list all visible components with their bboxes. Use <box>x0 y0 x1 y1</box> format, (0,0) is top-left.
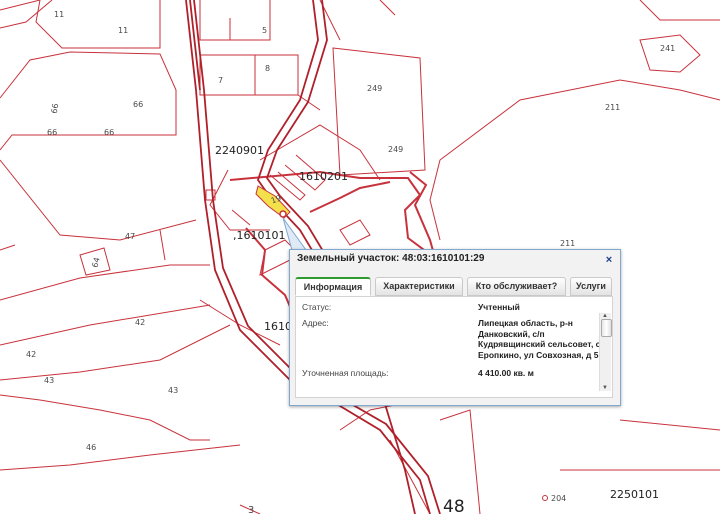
parcel-label: 8 <box>265 64 271 73</box>
quarter-label: 2250101 <box>610 488 659 501</box>
map-viewport[interactable]: 11 11 5 7 8 66 66 66 66 249 249 241 211 … <box>0 0 720 514</box>
scroll-down-icon[interactable]: ▼ <box>602 385 608 391</box>
tab-information[interactable]: Информация <box>295 277 371 296</box>
parcel-label: 204 <box>551 494 567 503</box>
location-marker-icon[interactable] <box>279 210 287 218</box>
parcel-label: 249 <box>388 145 404 154</box>
parcel-label: 211 <box>560 239 576 248</box>
status-value: Учтенный <box>478 302 520 312</box>
parcel-label: 66 <box>133 100 144 109</box>
popup-title: Земельный участок: 48:03:1610101:29 <box>297 253 485 264</box>
status-label: Статус: <box>302 302 332 312</box>
parcel-label: 46 <box>86 443 97 452</box>
parcel-label: 66 <box>47 128 58 137</box>
district-label: 48 <box>443 497 465 514</box>
popup-body: Статус: Учтенный Адрес: Липецкая область… <box>295 296 613 398</box>
quarter-label: 1610201 <box>299 170 348 183</box>
scrollbar-thumb[interactable] <box>601 319 612 337</box>
tab-services[interactable]: Услуги <box>570 277 612 296</box>
parcel-label: 241 <box>660 44 676 53</box>
parcel-label: 42 <box>135 318 146 327</box>
parcel-label: 66 <box>104 128 115 137</box>
parcel-label: 11 <box>118 26 129 35</box>
parcel-info-popup: Земельный участок: 48:03:1610101:29 × Ин… <box>289 249 621 406</box>
quarter-label: ,1610101 <box>233 229 286 242</box>
area-value: 4 410.00 кв. м <box>478 368 534 378</box>
parcel-label: 43 <box>44 376 55 385</box>
address-label: Адрес: <box>302 318 329 328</box>
address-value: Липецкая область, р-н Данковский, с/п Ку… <box>478 318 601 360</box>
close-icon[interactable]: × <box>604 255 614 266</box>
parcel-label: 3 <box>248 505 255 514</box>
quarter-label: 2240901 <box>215 144 264 157</box>
popup-scrollbar[interactable]: ▲ ▼ <box>599 313 612 391</box>
parcel-label: 42 <box>26 350 37 359</box>
quarter-label: 1610 <box>264 320 292 333</box>
parcel-label: 249 <box>367 84 383 93</box>
parcel-label: 43 <box>168 386 179 395</box>
parcel-label: 66 <box>49 102 61 115</box>
parcel-label: 7 <box>218 76 224 85</box>
tab-who-serves[interactable]: Кто обслуживает? <box>467 277 566 296</box>
tab-characteristics[interactable]: Характеристики <box>375 277 463 296</box>
area-label: Уточненная площадь: <box>302 368 389 378</box>
parcel-label: 5 <box>262 26 268 35</box>
parcel-label: 211 <box>605 103 621 112</box>
parcel-label: 11 <box>54 10 65 19</box>
parcel-label: 47 <box>125 232 136 241</box>
